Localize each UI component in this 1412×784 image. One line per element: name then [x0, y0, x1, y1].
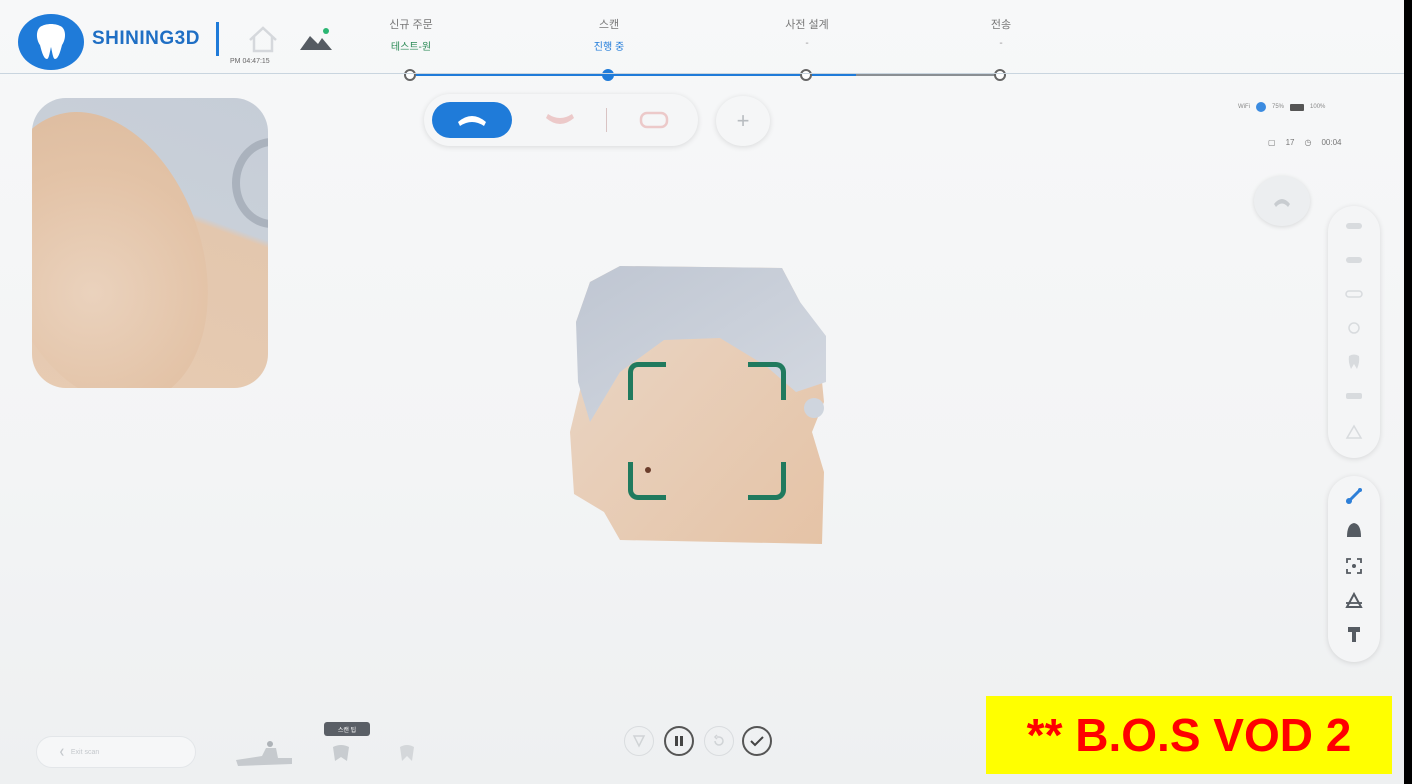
bookmark-icon [632, 735, 646, 748]
upper-jaw-icon [458, 116, 486, 126]
tool-tooth-icon[interactable] [1341, 350, 1367, 374]
step-dot [404, 69, 416, 81]
focus-frame-corner [748, 362, 786, 400]
network-label: WiFi [1238, 104, 1250, 110]
battery-level: 100% [1310, 104, 1326, 110]
live-camera-preview [32, 98, 268, 388]
connection-icon [1256, 102, 1266, 112]
tooth-select-button[interactable] [392, 740, 422, 768]
tooth-icon [400, 745, 414, 761]
scan-3d-view[interactable] [560, 262, 832, 546]
step-title: 스캔 [598, 19, 620, 31]
scan-model [570, 266, 826, 544]
focus-frame-corner [628, 362, 666, 400]
step-dot [800, 69, 812, 81]
pause-button[interactable] [664, 726, 694, 756]
step-subtitle: - [805, 38, 809, 49]
frame-count: 17 [1285, 137, 1295, 147]
workflow-steps: 신규 주문 테스트-원 스캔 진행 중 사전 설계 - 전송 - [360, 16, 1060, 86]
occlusion-icon[interactable] [1341, 588, 1367, 612]
current-time: PM 04:47:15 [230, 58, 270, 65]
scan-tip-badge: 스캔 팁 [324, 722, 370, 736]
elapsed-time: 00:04 [1321, 137, 1342, 147]
scanner-device-icon [232, 736, 298, 768]
preview-tissue [32, 98, 244, 388]
tool-bite-icon[interactable] [1341, 282, 1367, 306]
step-dot-active [602, 69, 614, 81]
header-divider-line [0, 73, 1404, 74]
device-status: WiFi 75% 100% [1238, 100, 1388, 114]
back-arrow-icon: ❮ [59, 749, 65, 756]
auto-scan-icon[interactable] [1341, 484, 1367, 508]
bite-icon [639, 111, 669, 129]
tooth-scan-icon [333, 745, 349, 761]
step-title: 신규 주문 [389, 19, 433, 31]
step-pre-design[interactable]: 사전 설계 - [752, 16, 862, 49]
clock-icon: ◷ [1304, 137, 1312, 147]
tool-measure-icon[interactable] [1341, 420, 1367, 444]
tool-lasso-icon[interactable] [1341, 316, 1367, 340]
step-send[interactable]: 전송 - [946, 16, 1056, 49]
header-divider [216, 22, 219, 56]
battery-icon [1290, 103, 1305, 111]
step-dot [994, 69, 1006, 81]
edit-toolbar [1328, 206, 1380, 458]
focus-frame-corner [628, 462, 666, 500]
frame-icon: ▢ [1268, 137, 1276, 147]
top-header: SHINING3D PM 04:47:15 신규 주문 테스트-원 스캔 진행 … [0, 0, 1404, 84]
lower-jaw-icon [546, 114, 574, 124]
tool-upper-icon[interactable] [1341, 214, 1367, 238]
undo-icon [713, 734, 724, 746]
bite-button[interactable] [614, 102, 694, 138]
jaw-selector [424, 94, 698, 146]
preview-implant [232, 138, 268, 228]
focus-frame-corner [748, 462, 786, 500]
scan-mode-toolbar [1328, 476, 1380, 662]
exit-label: Exit scan [70, 748, 100, 756]
upper-jaw-button[interactable] [432, 102, 512, 138]
pause-icon [675, 736, 683, 746]
step-title: 전송 [990, 19, 1012, 31]
step-subtitle: 진행 중 [593, 42, 625, 53]
jaw-separator [606, 108, 607, 132]
progress-complete [416, 74, 856, 76]
step-subtitle: 테스트-원 [390, 42, 432, 53]
tooth-icon [18, 14, 84, 70]
brand-name: SHINING3D [92, 28, 200, 49]
check-icon [750, 736, 764, 747]
lower-jaw-button[interactable] [520, 102, 600, 138]
step-subtitle: - [999, 38, 1003, 49]
step-title: 사전 설계 [785, 19, 829, 31]
scan-app-window: SHINING3D PM 04:47:15 신규 주문 테스트-원 스캔 진행 … [0, 0, 1404, 784]
tool-lower-icon[interactable] [1341, 248, 1367, 272]
video-watermark: ** B.O.S VOD 2 [986, 696, 1392, 774]
bookmark-button[interactable] [624, 726, 654, 756]
home-icon[interactable] [246, 24, 280, 54]
texture-mode-icon[interactable] [1341, 518, 1367, 542]
scan-stats: ▢ 17 ◷ 00:04 [1268, 134, 1398, 150]
view-toggle-button[interactable] [1254, 176, 1310, 226]
focus-mode-icon[interactable] [1341, 554, 1367, 578]
scan-tip-button[interactable] [326, 740, 356, 768]
signal-level: 75% [1272, 104, 1285, 110]
add-scan-button[interactable]: + [716, 96, 770, 146]
undo-button[interactable] [704, 726, 734, 756]
exit-scan-button[interactable]: ❮ Exit scan [36, 736, 196, 768]
implant-scan-icon[interactable] [1341, 622, 1367, 646]
tool-trim-icon[interactable] [1341, 384, 1367, 408]
cloud-sync-icon[interactable] [296, 24, 336, 54]
jaw-view-icon [1274, 199, 1290, 207]
step-scan[interactable]: 스캔 진행 중 [554, 16, 664, 53]
progress-remaining [856, 74, 1006, 76]
complete-button[interactable] [742, 726, 772, 756]
step-new-order[interactable]: 신규 주문 테스트-원 [356, 16, 466, 53]
